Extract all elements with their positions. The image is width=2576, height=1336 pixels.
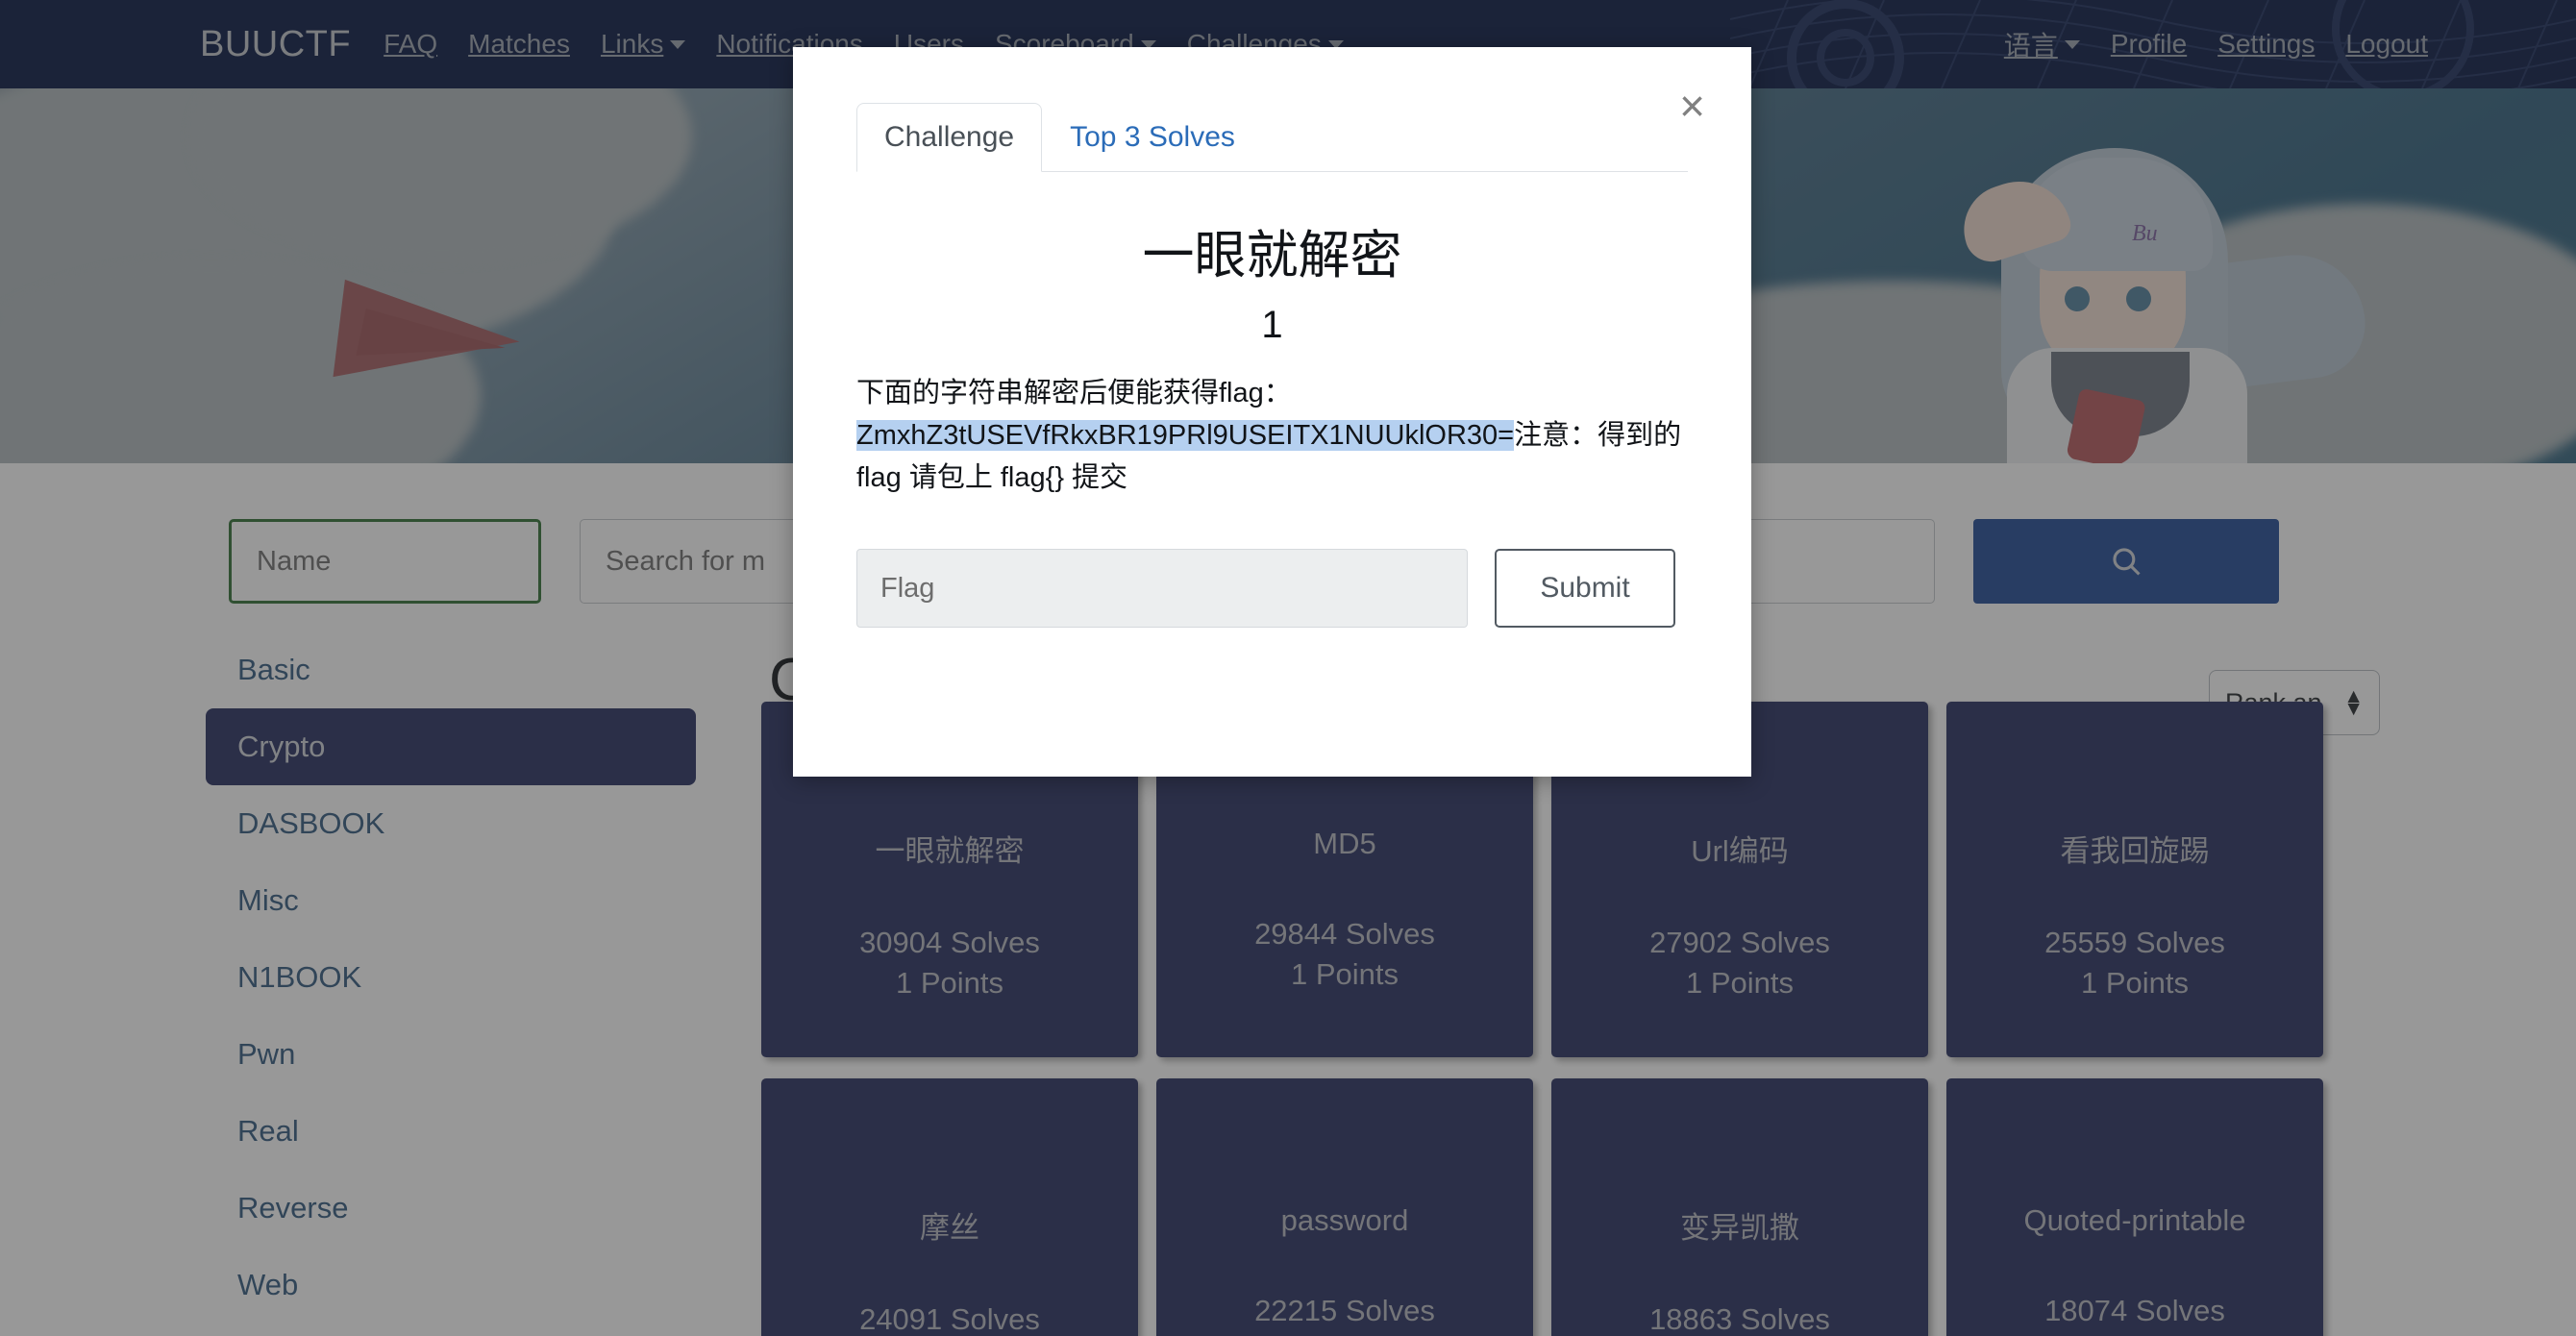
flag-input[interactable] (856, 549, 1468, 629)
challenge-description: 下面的字符串解密后便能获得flag： ZmxhZ3tUSEVfRkxBR19PR… (856, 372, 1688, 499)
description-intro: 下面的字符串解密后便能获得flag： (856, 378, 1292, 408)
flag-submit-row: Submit (856, 549, 1688, 629)
challenge-modal-points: 1 (1261, 304, 1283, 346)
tab-challenge[interactable]: Challenge (856, 103, 1043, 172)
modal-tabs: Challenge Top 3 Solves (856, 101, 1688, 172)
submit-button[interactable]: Submit (1495, 549, 1675, 629)
encoded-flag-string: ZmxhZ3tUSEVfRkxBR19PRl9USEITX1NUUklOR30= (856, 420, 1515, 452)
challenge-modal-title: 一眼就解密 (1142, 227, 1402, 285)
tab-top-3-solves[interactable]: Top 3 Solves (1042, 103, 1263, 172)
modal-body: 一眼就解密 1 下面的字符串解密后便能获得flag： ZmxhZ3tUSEVfR… (793, 172, 1751, 629)
challenge-modal: × Challenge Top 3 Solves 一眼就解密 1 下面的字符串解… (793, 47, 1751, 777)
